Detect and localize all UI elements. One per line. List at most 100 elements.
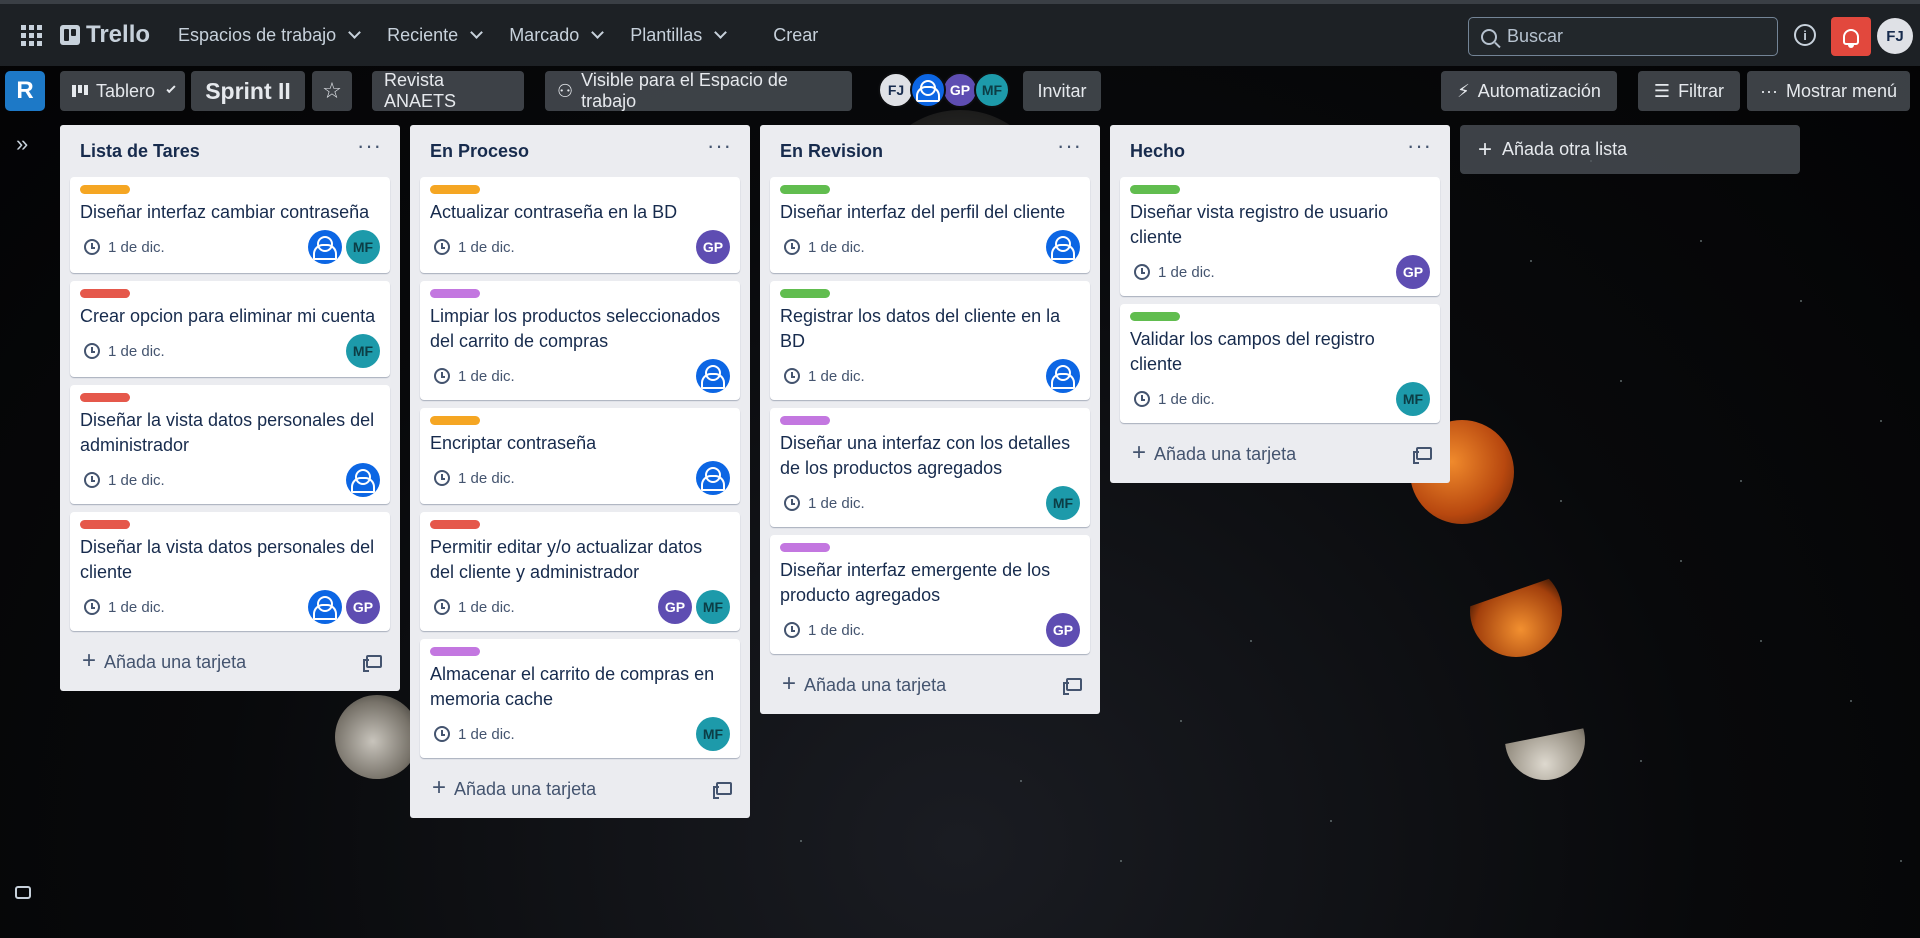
- template-icon[interactable]: [1413, 446, 1432, 464]
- info-icon[interactable]: i: [1794, 24, 1816, 46]
- due-date-badge[interactable]: 1 de dic.: [1130, 264, 1215, 281]
- due-date-badge[interactable]: 1 de dic.: [430, 726, 515, 743]
- card-label[interactable]: [1130, 312, 1180, 321]
- card-label[interactable]: [430, 647, 480, 656]
- member-avatar[interactable]: GP: [696, 230, 730, 264]
- list-title[interactable]: En Revision: [780, 141, 883, 162]
- card[interactable]: Registrar los datos del cliente en la BD…: [770, 281, 1090, 400]
- add-card-button[interactable]: + Añada una tarjeta: [420, 768, 740, 808]
- card[interactable]: Encriptar contraseña 1 de dic.: [420, 408, 740, 504]
- card[interactable]: Crear opcion para eliminar mi cuenta 1 de…: [70, 281, 390, 377]
- due-date-badge[interactable]: 1 de dic.: [430, 599, 515, 616]
- star-board-button[interactable]: ☆: [312, 71, 352, 111]
- list-title[interactable]: Hecho: [1130, 141, 1185, 162]
- briefcase-icon[interactable]: [15, 886, 31, 899]
- due-date-badge[interactable]: 1 de dic.: [780, 368, 865, 385]
- template-icon[interactable]: [1063, 677, 1082, 695]
- card-label[interactable]: [780, 185, 830, 194]
- card-label[interactable]: [80, 393, 130, 402]
- card[interactable]: Diseñar interfaz del perfil del cliente 1…: [770, 177, 1090, 273]
- member-avatar[interactable]: MF: [346, 334, 380, 368]
- card-label[interactable]: [430, 185, 480, 194]
- member-avatar[interactable]: GP: [658, 590, 692, 624]
- card-label[interactable]: [430, 520, 480, 529]
- list-title[interactable]: Lista de Tares: [80, 141, 200, 162]
- add-card-button[interactable]: + Añada una tarjeta: [770, 664, 1090, 704]
- member-avatar-default[interactable]: [308, 590, 342, 624]
- due-date-badge[interactable]: 1 de dic.: [430, 239, 515, 256]
- due-date-badge[interactable]: 1 de dic.: [780, 622, 865, 639]
- menu-templates[interactable]: Plantillas: [630, 25, 728, 46]
- due-date-badge[interactable]: 1 de dic.: [80, 239, 165, 256]
- card-label[interactable]: [1130, 185, 1180, 194]
- card[interactable]: Diseñar vista registro de usuario client…: [1120, 177, 1440, 296]
- template-icon[interactable]: [363, 654, 382, 672]
- menu-workspaces[interactable]: Espacios de trabajo: [178, 25, 362, 46]
- member-avatar[interactable]: MF: [696, 590, 730, 624]
- card-label[interactable]: [80, 520, 130, 529]
- member-avatar[interactable]: GP: [346, 590, 380, 624]
- member-avatar-default[interactable]: [696, 359, 730, 393]
- list-title[interactable]: En Proceso: [430, 141, 529, 162]
- due-date-badge[interactable]: 1 de dic.: [430, 368, 515, 385]
- member-avatar[interactable]: MF: [1396, 382, 1430, 416]
- member-avatar[interactable]: MF: [346, 230, 380, 264]
- workspace-button[interactable]: Revista ANAETS: [372, 70, 524, 111]
- member-avatar-default[interactable]: [910, 72, 946, 108]
- card[interactable]: Diseñar una interfaz con los detalles de…: [770, 408, 1090, 527]
- notifications-button[interactable]: [1831, 17, 1871, 56]
- view-switcher-button[interactable]: Tablero: [60, 71, 185, 111]
- member-avatar[interactable]: MF: [1046, 486, 1080, 520]
- trello-logo[interactable]: Trello: [60, 21, 150, 49]
- card[interactable]: Diseñar interfaz cambiar contraseña 1 de …: [70, 177, 390, 273]
- workspace-badge[interactable]: R: [5, 71, 45, 111]
- automation-button[interactable]: ⚡ Automatización: [1441, 71, 1617, 111]
- menu-recent[interactable]: Reciente: [387, 25, 484, 46]
- expand-sidebar-icon[interactable]: »: [16, 131, 28, 157]
- due-date-badge[interactable]: 1 de dic.: [80, 472, 165, 489]
- show-menu-button[interactable]: ··· Mostrar menú: [1747, 71, 1910, 111]
- card-label[interactable]: [80, 185, 130, 194]
- member-avatar-default[interactable]: [346, 463, 380, 497]
- member-avatar-default[interactable]: [1046, 230, 1080, 264]
- card-label[interactable]: [80, 289, 130, 298]
- due-date-badge[interactable]: 1 de dic.: [780, 239, 865, 256]
- member-avatar-default[interactable]: [308, 230, 342, 264]
- member-avatar-default[interactable]: [1046, 359, 1080, 393]
- card-label[interactable]: [430, 289, 480, 298]
- card[interactable]: Diseñar la vista datos personales del ad…: [70, 385, 390, 504]
- member-avatar[interactable]: GP: [1046, 613, 1080, 647]
- card[interactable]: Validar los campos del registro cliente 1…: [1120, 304, 1440, 423]
- due-date-badge[interactable]: 1 de dic.: [1130, 391, 1215, 408]
- filter-button[interactable]: ☰ Filtrar: [1638, 71, 1740, 111]
- member-avatar[interactable]: GP: [942, 72, 978, 108]
- member-avatar[interactable]: FJ: [878, 72, 914, 108]
- user-avatar[interactable]: FJ: [1877, 18, 1913, 54]
- due-date-badge[interactable]: 1 de dic.: [80, 599, 165, 616]
- add-card-button[interactable]: + Añada una tarjeta: [1120, 433, 1440, 473]
- invite-button[interactable]: Invitar: [1023, 71, 1101, 111]
- card[interactable]: Limpiar los productos seleccionados del …: [420, 281, 740, 400]
- card-label[interactable]: [780, 416, 830, 425]
- card-label[interactable]: [780, 289, 830, 298]
- card-label[interactable]: [780, 543, 830, 552]
- create-button[interactable]: Crear: [773, 25, 818, 46]
- add-card-button[interactable]: + Añada una tarjeta: [70, 641, 390, 681]
- member-avatar[interactable]: GP: [1396, 255, 1430, 289]
- card[interactable]: Almacenar el carrito de compras en memor…: [420, 639, 740, 758]
- board-title[interactable]: Sprint II: [191, 71, 305, 111]
- member-avatar[interactable]: MF: [696, 717, 730, 751]
- add-list-button[interactable]: + Añada otra lista: [1460, 125, 1800, 174]
- search-input[interactable]: Buscar: [1468, 17, 1778, 56]
- member-avatar[interactable]: MF: [974, 72, 1010, 108]
- due-date-badge[interactable]: 1 de dic.: [780, 495, 865, 512]
- template-icon[interactable]: [713, 781, 732, 799]
- card[interactable]: Diseñar interfaz emergente de los produc…: [770, 535, 1090, 654]
- due-date-badge[interactable]: 1 de dic.: [430, 470, 515, 487]
- card[interactable]: Actualizar contraseña en la BD 1 de dic. G…: [420, 177, 740, 273]
- menu-starred[interactable]: Marcado: [509, 25, 605, 46]
- app-switcher-icon[interactable]: [16, 20, 46, 50]
- card[interactable]: Diseñar la vista datos personales del cl…: [70, 512, 390, 631]
- visibility-button[interactable]: ⚇ Visible para el Espacio de trabajo: [545, 70, 852, 111]
- card-label[interactable]: [430, 416, 480, 425]
